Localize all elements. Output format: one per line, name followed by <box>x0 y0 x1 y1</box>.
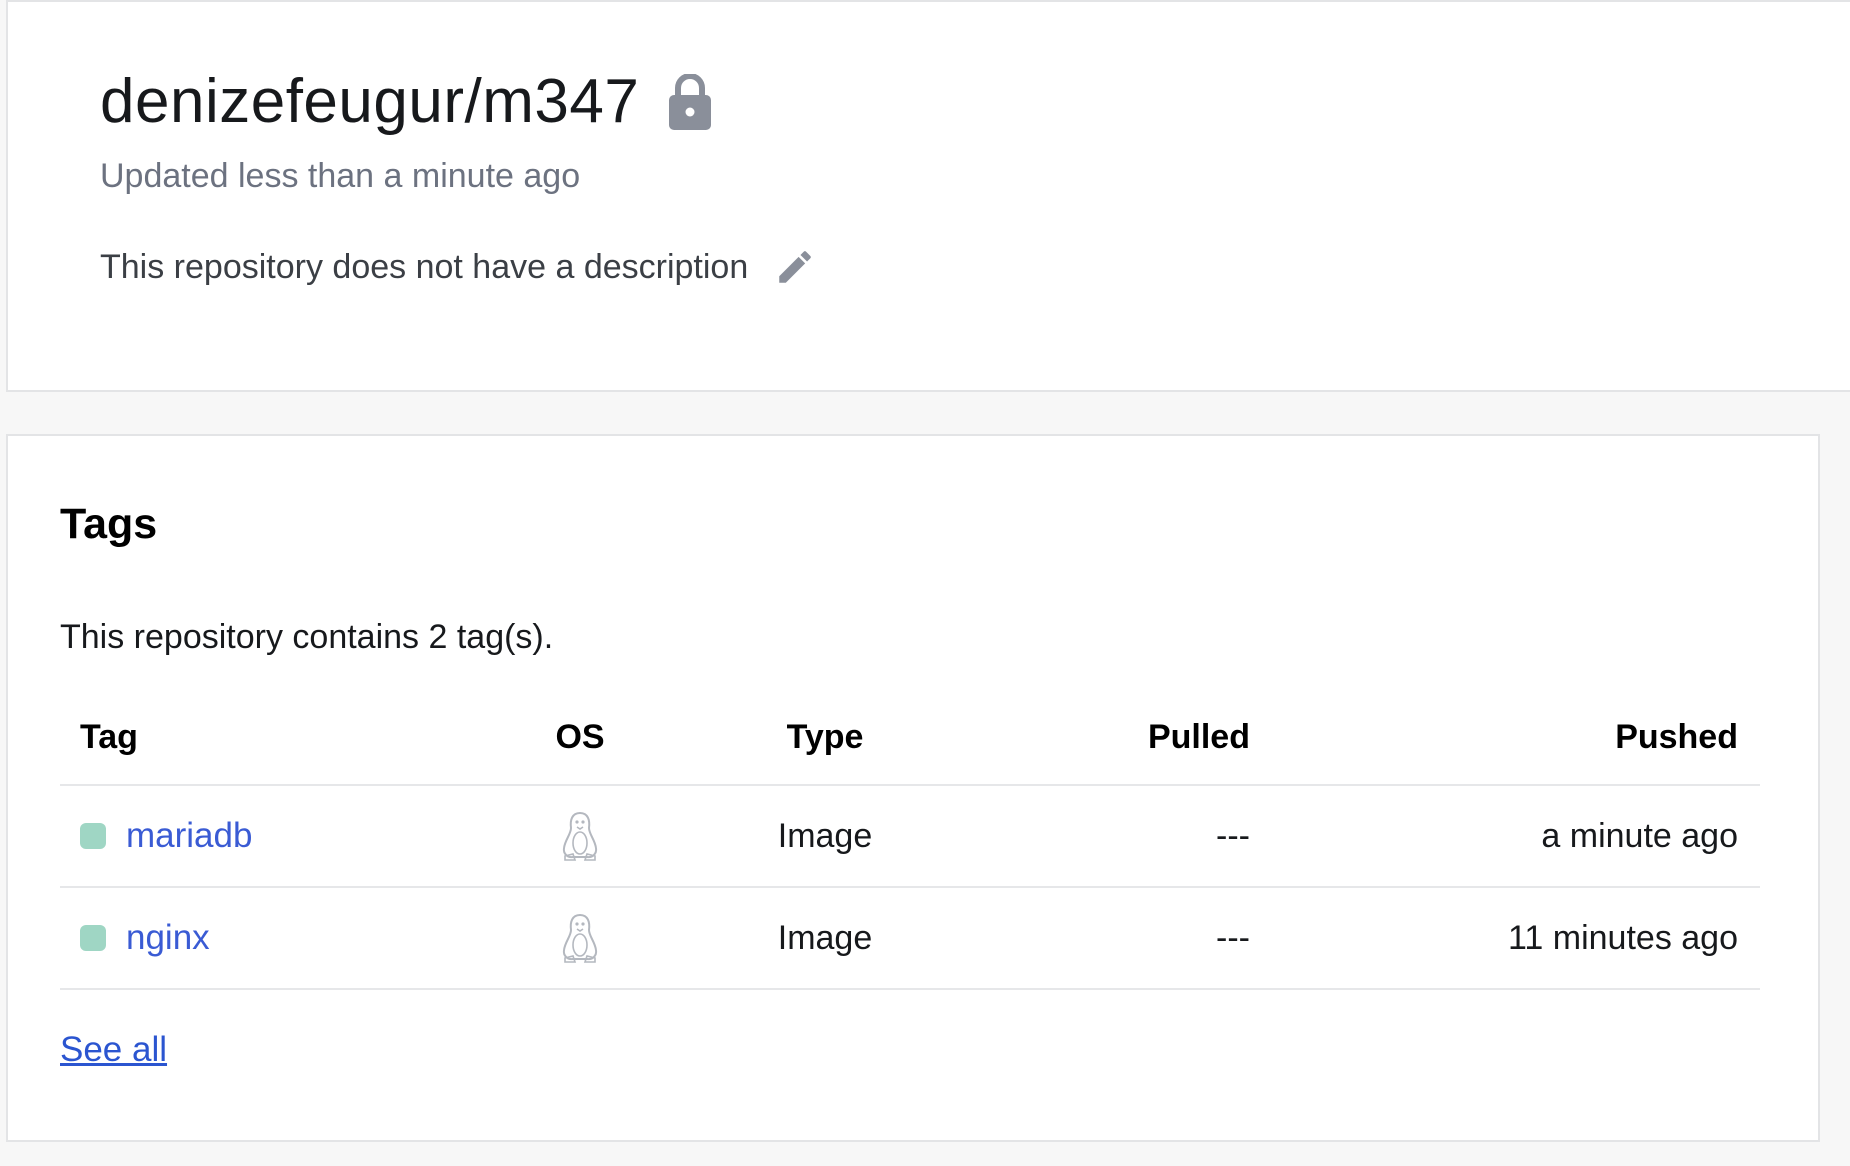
repository-description: This repository does not have a descript… <box>100 248 749 286</box>
os-cell <box>520 786 640 886</box>
column-header-tag[interactable]: Tag <box>80 690 138 784</box>
pencil-icon[interactable] <box>774 246 816 288</box>
table-row: mariadb Image --- a minute ago <box>60 786 1760 888</box>
tags-table-header: Tag OS Type Pulled Pushed <box>60 690 1760 786</box>
repository-header-card <box>6 0 1850 392</box>
repository-title-row: denizefeugur/m347 <box>100 66 712 138</box>
table-row: nginx Image --- 11 minutes ago <box>60 888 1760 990</box>
see-all-tags-link[interactable]: See all <box>60 1030 167 1070</box>
tag-cell: mariadb <box>80 786 252 886</box>
tag-link-nginx[interactable]: nginx <box>126 918 210 958</box>
tags-count-summary: This repository contains 2 tag(s). <box>60 618 554 656</box>
pushed-cell: a minute ago <box>1541 816 1738 855</box>
tags-table: Tag OS Type Pulled Pushed mariadb Image … <box>60 690 1760 990</box>
column-header-os: OS <box>555 717 605 756</box>
type-cell: Image <box>777 918 873 957</box>
repository-name: denizefeugur/m347 <box>100 67 640 136</box>
tag-link-mariadb[interactable]: mariadb <box>126 816 252 856</box>
linux-icon <box>562 811 598 861</box>
column-header-pushed[interactable]: Pushed <box>1615 690 1738 784</box>
lock-icon <box>669 74 712 130</box>
pulled-cell: --- <box>1216 918 1250 957</box>
os-cell <box>520 888 640 988</box>
tag-cell: nginx <box>80 888 210 988</box>
column-header-type: Type <box>786 717 864 756</box>
column-header-pulled[interactable]: Pulled <box>1040 690 1250 784</box>
tag-status-indicator <box>80 823 106 849</box>
tags-section-title: Tags <box>60 500 158 548</box>
tag-status-indicator <box>80 925 106 951</box>
pushed-cell: 11 minutes ago <box>1508 918 1738 957</box>
linux-icon <box>562 913 598 963</box>
pulled-cell: --- <box>1216 816 1250 855</box>
repository-description-row: This repository does not have a descript… <box>100 246 816 288</box>
repository-updated-time: Updated less than a minute ago <box>100 157 581 195</box>
type-cell: Image <box>777 816 873 855</box>
